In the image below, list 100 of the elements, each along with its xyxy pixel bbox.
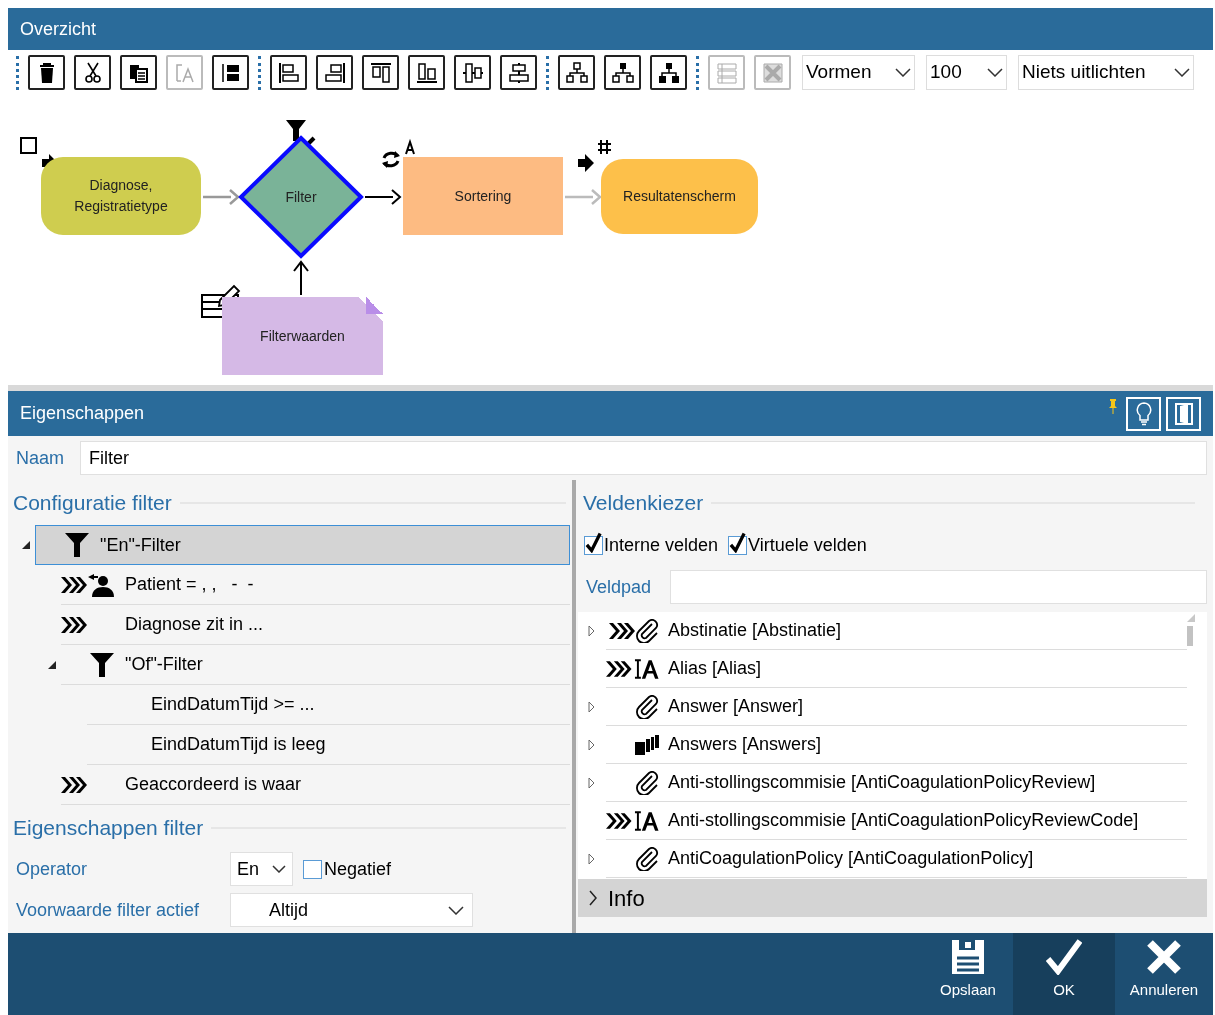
field-label: Naam — [16, 446, 65, 470]
field-item[interactable]: Alias [Alias] — [606, 650, 1187, 688]
panel-button[interactable] — [212, 55, 249, 90]
door-button[interactable] — [1166, 396, 1201, 431]
name-field[interactable]: Filter — [80, 441, 1207, 475]
tree-item[interactable]: EindDatumTijd >= ... — [87, 685, 570, 725]
tree-mixed-icon — [610, 60, 635, 85]
checkmark-icon — [729, 531, 747, 553]
hash-icon — [597, 139, 612, 155]
expand-arrow-icon[interactable] — [588, 625, 595, 637]
text-cursor-icon — [632, 657, 660, 680]
checkbox[interactable]: Virtuele velden — [728, 531, 867, 559]
chevron-right-icon — [588, 890, 598, 906]
tree-item[interactable]: "En"-Filter — [35, 525, 570, 565]
chevron-down-icon — [272, 865, 286, 873]
expand-arrow-icon[interactable] — [588, 777, 595, 789]
expand-arrow-icon[interactable] — [588, 853, 595, 865]
checkbox[interactable]: Interne velden — [584, 531, 719, 559]
toolbar-dropdown[interactable]: Vormen — [802, 55, 915, 90]
triple-chevron-icon — [606, 810, 632, 831]
tree-item[interactable]: Geaccordeerd is waar — [61, 765, 570, 805]
align-right-button[interactable] — [316, 55, 353, 90]
field-item[interactable]: Anti-stollingscommisie [AntiCoagulationPolicyReviewCode] — [606, 802, 1187, 840]
paperclip-icon — [636, 618, 660, 643]
checkmark-icon — [1046, 939, 1082, 975]
arrow — [293, 260, 309, 296]
pin-icon[interactable] — [1108, 397, 1118, 414]
field-label: Voorwaarde filter actief — [16, 898, 201, 922]
section-heading: Veldenkiezer — [583, 489, 704, 516]
align-middle-icon — [460, 60, 485, 85]
triple-chevron-icon — [609, 620, 635, 641]
tree-item[interactable]: Diagnose zit in ... — [61, 605, 570, 645]
checkmark-icon — [585, 531, 602, 553]
align-top-button[interactable] — [362, 55, 399, 90]
field-label: Operator — [16, 857, 89, 881]
list-icon — [714, 60, 739, 85]
collapse-arrow-icon[interactable] — [48, 661, 56, 669]
align-top-icon — [368, 60, 393, 85]
negate-checkbox[interactable]: Negatief — [303, 855, 392, 883]
field-item[interactable]: Answers [Answers] — [606, 726, 1187, 764]
info-expander[interactable]: Info — [578, 879, 1207, 917]
condition-dropdown[interactable]: Altijd — [230, 893, 473, 927]
trash-button[interactable] — [28, 55, 65, 90]
field-item[interactable]: AntiCoagulationPolicy [AntiCoagulationPolicy] — [606, 840, 1187, 878]
tree-item[interactable]: Patient = , , - - — [61, 565, 570, 605]
triple-chevron-icon — [61, 574, 87, 595]
arrow — [364, 189, 402, 205]
footer-button[interactable]: OK — [1013, 933, 1115, 1015]
tree-mixed-button[interactable] — [604, 55, 641, 90]
close-icon — [1146, 939, 1182, 975]
tree-filled-icon — [656, 60, 681, 85]
note-node[interactable]: Filterwaarden — [222, 297, 383, 375]
field-item[interactable]: Abstinatie [Abstinatie] — [606, 612, 1187, 650]
field-label: Veldpad — [586, 575, 653, 599]
operator-dropdown[interactable]: En — [230, 852, 293, 886]
arrow — [203, 189, 240, 205]
arrow — [565, 189, 602, 205]
stack-icon — [634, 733, 660, 756]
section-heading: Configuratie filter — [13, 489, 172, 516]
align-bottom-button[interactable] — [408, 55, 445, 90]
tree-filled-button[interactable] — [650, 55, 687, 90]
align-bottom-icon — [414, 60, 439, 85]
grid-cross-icon — [760, 60, 785, 85]
chevron-down-icon — [895, 68, 911, 77]
align-left-button[interactable] — [270, 55, 307, 90]
paperclip-icon — [636, 770, 660, 795]
lightbulb-icon — [1135, 401, 1152, 426]
expand-arrow-icon[interactable] — [588, 739, 595, 751]
scrollbar-thumb[interactable] — [1187, 626, 1193, 646]
triple-chevron-icon — [61, 614, 87, 635]
toolbar-dropdown[interactable]: 100 — [926, 55, 1007, 90]
lightbulb-button[interactable] — [1126, 396, 1161, 431]
field-item[interactable]: Answer [Answer] — [606, 688, 1187, 726]
scissors-button[interactable] — [74, 55, 111, 90]
collapse-arrow-icon[interactable] — [22, 541, 30, 549]
diamond-node[interactable]: Filter — [238, 135, 364, 259]
field-path-input[interactable] — [670, 570, 1207, 604]
paperclip-icon — [636, 694, 660, 719]
process-node[interactable]: Resultatenscherm — [601, 159, 758, 234]
person-icon — [87, 572, 115, 597]
toolbar-dropdown[interactable]: Niets uitlichten — [1018, 55, 1194, 90]
expand-arrow-icon[interactable] — [588, 701, 595, 713]
chevron-down-icon — [987, 68, 1003, 77]
align-middle-button[interactable] — [454, 55, 491, 90]
paperclip-icon — [636, 846, 660, 871]
triple-chevron-icon — [606, 658, 632, 679]
funnel-icon — [89, 651, 115, 678]
triple-chevron-icon — [61, 774, 87, 795]
field-item[interactable]: Anti-stollingscommisie [AntiCoagulationPolicyReview] — [606, 764, 1187, 802]
process-node[interactable]: Diagnose, Registratietype — [41, 157, 201, 235]
section-heading: Eigenschappen filter — [13, 814, 204, 841]
table-edit-icon — [201, 284, 241, 318]
align-center-button[interactable] — [500, 55, 537, 90]
tree-item[interactable]: "Of"-Filter — [61, 645, 570, 685]
align-right-icon — [322, 60, 347, 85]
clipboard-button[interactable] — [120, 55, 157, 90]
process-node[interactable]: Sortering — [403, 157, 563, 235]
funnel-icon — [64, 532, 90, 558]
tree-item[interactable]: EindDatumTijd is leeg — [87, 725, 570, 765]
tree-outline-button[interactable] — [558, 55, 595, 90]
